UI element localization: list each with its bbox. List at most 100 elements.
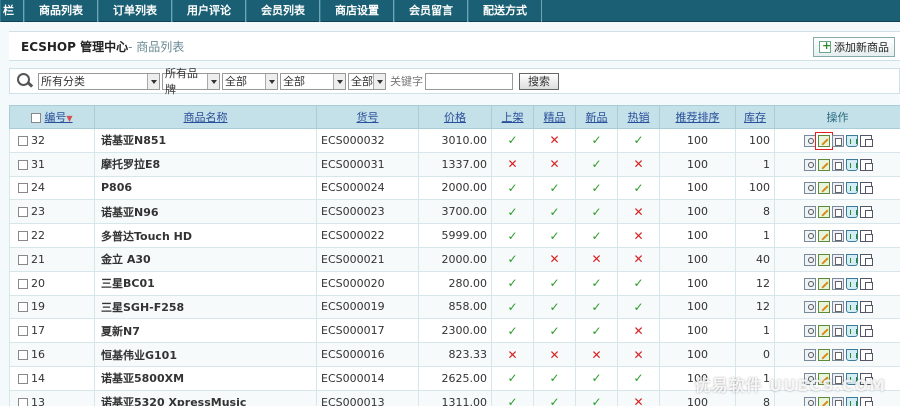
trash-icon[interactable] [845, 206, 858, 219]
row-sort[interactable]: 100 [659, 175, 736, 201]
row-sort[interactable]: 100 [659, 151, 736, 177]
check-icon[interactable]: ✓ [591, 205, 601, 219]
row-price[interactable]: 5999.00 [418, 223, 492, 248]
row-checkbox[interactable] [18, 397, 28, 406]
row-checkbox[interactable] [18, 207, 28, 218]
view-icon[interactable] [803, 230, 816, 243]
check-icon[interactable]: ✓ [507, 371, 517, 385]
col-onsale-header[interactable]: 上架 [491, 105, 534, 129]
trash-icon[interactable] [845, 230, 858, 243]
row-sn[interactable]: ECS000020 [316, 270, 419, 296]
row-sn[interactable]: ECS000022 [316, 223, 419, 248]
copy-icon[interactable] [831, 158, 844, 171]
copy-icon[interactable] [831, 182, 844, 195]
row-sort[interactable]: 100 [659, 318, 736, 344]
check-icon[interactable]: ✓ [549, 324, 559, 338]
cross-icon[interactable]: ✕ [633, 348, 643, 362]
row-name[interactable]: P806 [94, 175, 317, 201]
check-icon[interactable]: ✓ [549, 229, 559, 243]
view-icon[interactable] [803, 277, 816, 290]
cross-icon[interactable]: ✕ [507, 157, 517, 171]
check-icon[interactable]: ✓ [633, 300, 643, 314]
cross-icon[interactable]: ✕ [549, 133, 559, 147]
check-icon[interactable]: ✓ [507, 205, 517, 219]
col-stock-header[interactable]: 库存 [735, 105, 775, 129]
check-icon[interactable]: ✓ [633, 133, 643, 147]
check-icon[interactable]: ✓ [591, 324, 601, 338]
cross-icon[interactable]: ✕ [633, 395, 643, 406]
cross-icon[interactable]: ✕ [549, 157, 559, 171]
duplicate-icon[interactable] [859, 230, 873, 243]
cross-icon[interactable]: ✕ [549, 252, 559, 266]
check-icon[interactable]: ✓ [591, 371, 601, 385]
check-icon[interactable]: ✓ [633, 276, 643, 290]
row-sort[interactable]: 100 [659, 199, 736, 225]
view-icon[interactable] [803, 301, 816, 314]
view-icon[interactable] [803, 325, 816, 338]
copy-icon[interactable] [831, 396, 844, 406]
copy-icon[interactable] [831, 206, 844, 219]
nav-tab-0[interactable]: 栏 [0, 0, 24, 22]
row-name[interactable]: 三星BC01 [94, 270, 317, 296]
select-all-checkbox[interactable] [31, 113, 42, 123]
row-name[interactable]: 诺基亚5320 XpressMusic [94, 389, 317, 406]
nav-tab-5[interactable]: 商店设置 [320, 0, 394, 22]
row-sn[interactable]: ECS000023 [316, 199, 419, 225]
copy-icon[interactable] [831, 134, 844, 147]
row-checkbox[interactable] [18, 302, 28, 313]
check-icon[interactable]: ✓ [633, 371, 643, 385]
row-sn[interactable]: ECS000019 [316, 294, 419, 320]
trash-icon[interactable] [845, 158, 858, 171]
keyword-input[interactable] [425, 72, 513, 90]
copy-icon[interactable] [831, 349, 844, 362]
row-name[interactable]: 恒基伟业G101 [94, 342, 317, 367]
row-checkbox[interactable] [18, 278, 28, 289]
view-icon[interactable] [803, 206, 816, 219]
cross-icon[interactable]: ✕ [591, 252, 601, 266]
trash-icon[interactable] [845, 253, 858, 266]
col-best-header[interactable]: 精品 [533, 105, 576, 129]
row-sn[interactable]: ECS000013 [316, 389, 419, 406]
row-name[interactable]: 三星SGH-F258 [94, 294, 317, 320]
row-sn[interactable]: ECS000016 [316, 342, 419, 367]
row-checkbox[interactable] [18, 231, 28, 242]
row-sort[interactable]: 100 [659, 294, 736, 320]
row-price[interactable]: 823.33 [418, 342, 492, 367]
row-price[interactable]: 2300.00 [418, 318, 492, 344]
row-sn[interactable]: ECS000021 [316, 246, 419, 272]
row-stock[interactable]: 12 [735, 294, 775, 320]
check-icon[interactable]: ✓ [549, 181, 559, 195]
trash-icon[interactable] [845, 396, 858, 406]
check-icon[interactable]: ✓ [507, 395, 517, 406]
row-price[interactable]: 280.00 [418, 270, 492, 296]
check-icon[interactable]: ✓ [591, 300, 601, 314]
nav-tab-1[interactable]: 商品列表 [24, 0, 98, 22]
row-sn[interactable]: ECS000024 [316, 175, 419, 201]
check-icon[interactable]: ✓ [591, 395, 601, 406]
col-sn-header[interactable]: 货号 [316, 105, 419, 129]
view-icon[interactable] [803, 253, 816, 266]
edit-icon[interactable] [817, 230, 830, 243]
duplicate-icon[interactable] [859, 349, 873, 362]
row-price[interactable]: 3700.00 [418, 199, 492, 225]
row-sort[interactable]: 100 [659, 128, 736, 153]
edit-icon[interactable] [817, 182, 830, 195]
edit-icon[interactable] [817, 277, 830, 290]
row-name[interactable]: 金立 A30 [94, 246, 317, 272]
row-price[interactable]: 1337.00 [418, 151, 492, 177]
duplicate-icon[interactable] [859, 158, 873, 171]
row-price[interactable]: 2000.00 [418, 175, 492, 201]
edit-icon[interactable] [817, 396, 830, 406]
view-icon[interactable] [803, 396, 816, 406]
row-stock[interactable]: 40 [735, 246, 775, 272]
row-stock[interactable]: 1 [735, 318, 775, 344]
copy-icon[interactable] [831, 230, 844, 243]
nav-tab-2[interactable]: 订单列表 [98, 0, 172, 22]
row-stock[interactable]: 1 [735, 151, 775, 177]
check-icon[interactable]: ✓ [507, 229, 517, 243]
row-name[interactable]: 诺基亚N851 [94, 128, 317, 153]
duplicate-icon[interactable] [859, 277, 873, 290]
check-icon[interactable]: ✓ [591, 276, 601, 290]
row-price[interactable]: 1311.00 [418, 389, 492, 406]
check-icon[interactable]: ✓ [507, 252, 517, 266]
